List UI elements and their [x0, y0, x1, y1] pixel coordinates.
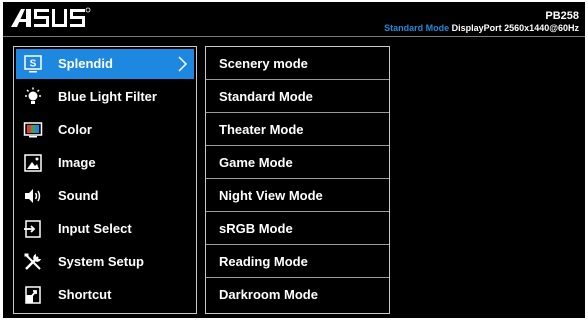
menu-item-image[interactable]: Image	[16, 148, 194, 178]
input-select-icon	[23, 219, 43, 239]
osd-window: PB258 Standard Mode DisplayPort 2560x144…	[3, 2, 585, 318]
submenu-item-label: Standard Mode	[219, 89, 313, 104]
asus-logo-mark	[11, 7, 91, 27]
submenu-item-night-view-mode[interactable]: Night View Mode	[206, 179, 389, 212]
color-icon	[23, 120, 43, 140]
splendid-icon: S	[23, 54, 43, 74]
submenu-item-label: sRGB Mode	[219, 221, 293, 236]
submenu-item-reading-mode[interactable]: Reading Mode	[206, 245, 389, 278]
menu-item-splendid[interactable]: S Splendid	[16, 49, 194, 79]
status-resolution: 2560x1440@60Hz	[504, 23, 579, 33]
menu-item-blue-light-filter[interactable]: Blue Light Filter	[16, 82, 194, 112]
menu-item-input-select[interactable]: Input Select	[16, 214, 194, 244]
submenu-item-label: Theater Mode	[219, 122, 304, 137]
main-menu: S Splendid Blue Light Filter Color Image…	[13, 46, 197, 314]
sound-icon	[23, 186, 43, 206]
submenu-item-scenery-mode[interactable]: Scenery mode	[206, 47, 389, 80]
model-name: PB258	[545, 10, 579, 22]
submenu-item-darkroom-mode[interactable]: Darkroom Mode	[206, 278, 389, 311]
blue-light-filter-icon	[23, 87, 43, 107]
submenu-item-label: Scenery mode	[219, 56, 308, 71]
submenu-item-theater-mode[interactable]: Theater Mode	[206, 113, 389, 146]
submenu-item-label: Game Mode	[219, 155, 293, 170]
menu-item-label: Blue Light Filter	[58, 89, 157, 104]
system-setup-icon	[23, 252, 43, 272]
image-icon	[23, 153, 43, 173]
menu-item-label: Color	[58, 122, 92, 137]
menu-item-label: System Setup	[58, 254, 144, 269]
shortcut-icon	[23, 285, 43, 305]
submenu-item-game-mode[interactable]: Game Mode	[206, 146, 389, 179]
menu-item-label: Image	[58, 155, 96, 170]
status-input: DisplayPort	[451, 23, 502, 33]
menu-item-label: Splendid	[58, 56, 113, 71]
svg-text:S: S	[30, 59, 37, 70]
menu-item-label: Shortcut	[58, 287, 112, 302]
status-line: Standard Mode DisplayPort 2560x1440@60Hz	[384, 23, 579, 33]
osd-header: PB258 Standard Mode DisplayPort 2560x144…	[3, 2, 585, 37]
menu-item-label: Sound	[58, 188, 99, 203]
submenu-item-label: Reading Mode	[219, 254, 308, 269]
menu-item-sound[interactable]: Sound	[16, 181, 194, 211]
splendid-submenu: Scenery mode Standard Mode Theater Mode …	[205, 46, 390, 314]
menu-item-shortcut[interactable]: Shortcut	[16, 280, 194, 310]
submenu-item-label: Night View Mode	[219, 188, 323, 203]
chevron-right-icon	[176, 55, 188, 73]
asus-logo	[11, 7, 91, 36]
status-mode: Standard Mode	[384, 23, 450, 33]
menu-item-color[interactable]: Color	[16, 115, 194, 145]
menu-item-label: Input Select	[58, 221, 132, 236]
menu-item-system-setup[interactable]: System Setup	[16, 247, 194, 277]
submenu-item-standard-mode[interactable]: Standard Mode	[206, 80, 389, 113]
submenu-item-label: Darkroom Mode	[219, 287, 318, 302]
submenu-item-srgb-mode[interactable]: sRGB Mode	[206, 212, 389, 245]
